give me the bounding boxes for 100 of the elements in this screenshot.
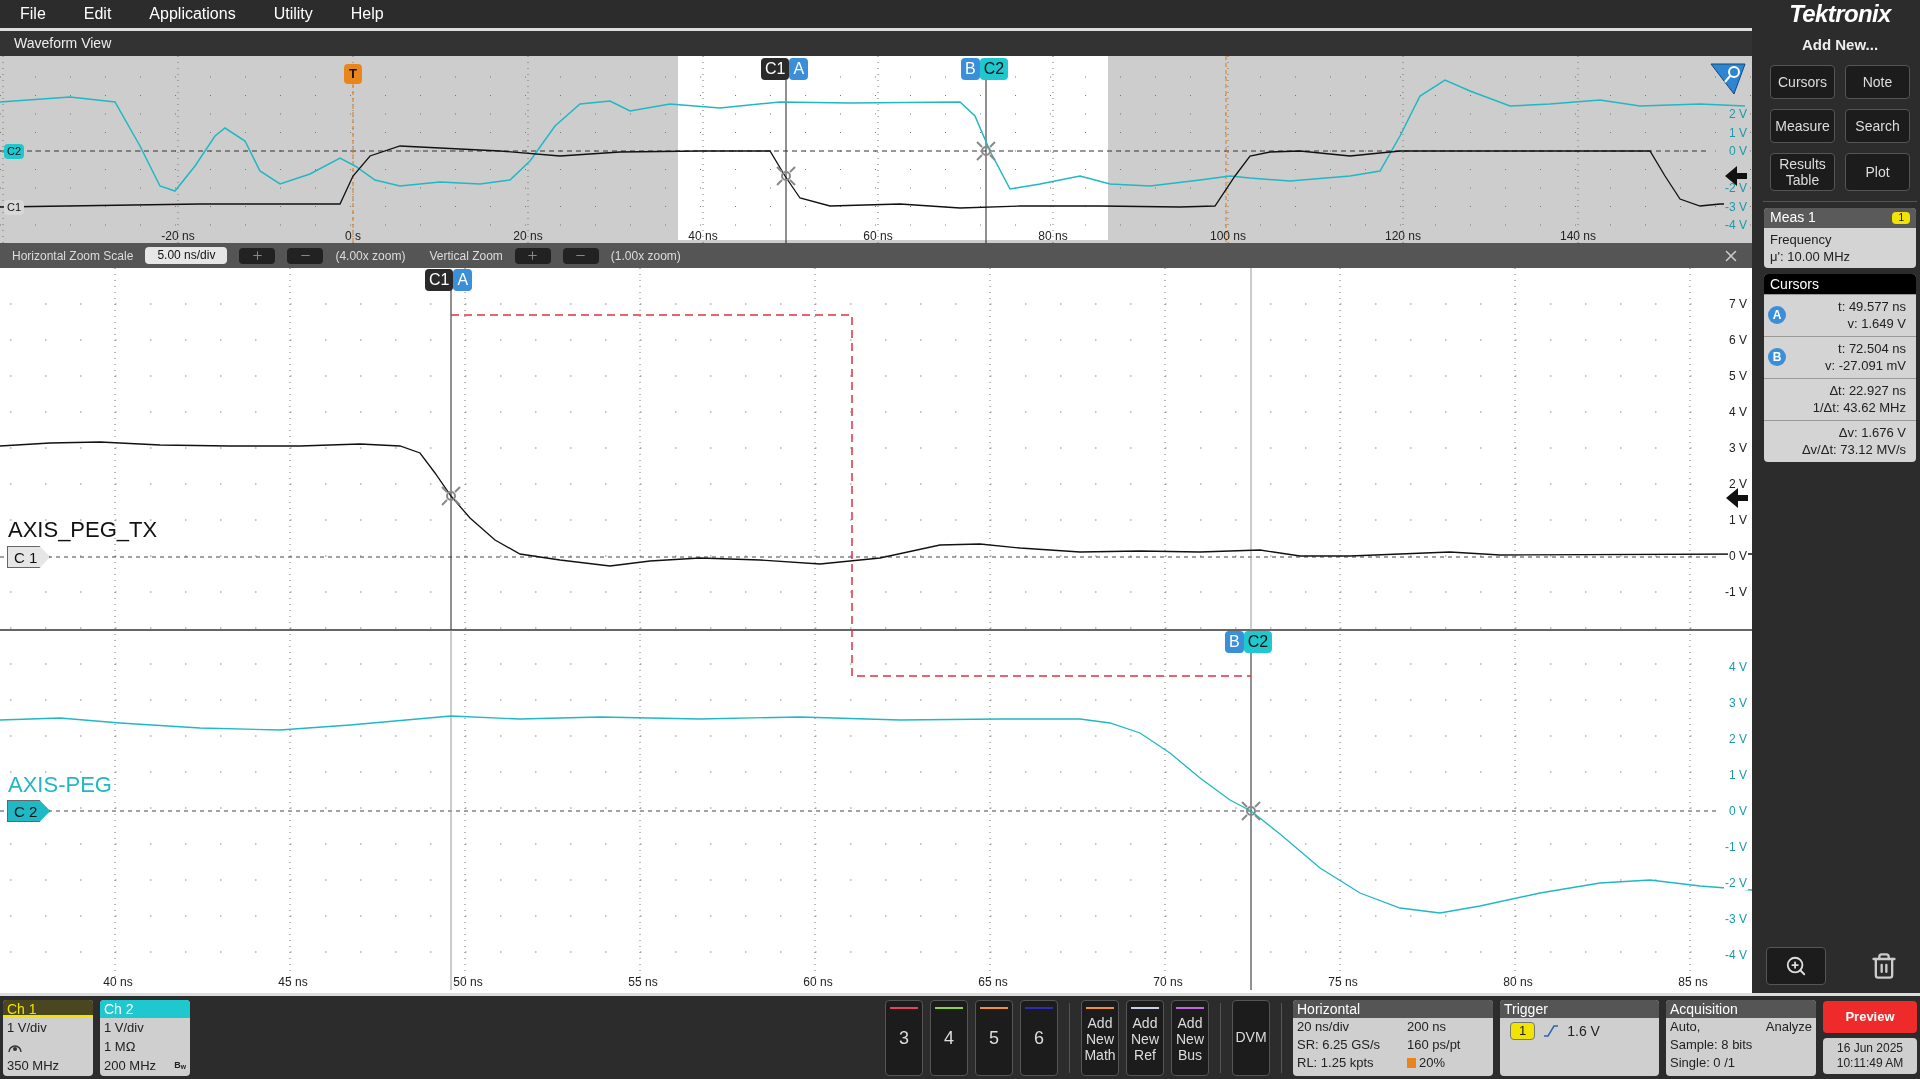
channel-tag[interactable]: C 2 [7,800,51,822]
trigger-panel[interactable]: Trigger 1 1.6 V [1500,999,1659,1076]
channel-setting: 350 MHz [7,1057,60,1074]
trash-icon [1870,952,1898,980]
channel-tag[interactable]: C1 [4,200,25,215]
menu-item[interactable]: Applications [149,2,236,26]
add-new-button[interactable]: Cursors [1770,64,1835,99]
channel-setting: 1 V/div [104,1019,144,1036]
time-tick-label: 45 ns [277,974,309,991]
acquisition-panel[interactable]: Acquisition Auto, Analyze Sample: 8 bits Single: 0 /1 [1666,999,1816,1076]
horizontal-panel[interactable]: Horizontal 20 ns/div 200 ns SR: 6.25 GS/s 160 ps/pt RL: 1.25 kpts 20% [1293,999,1493,1076]
channel-button[interactable]: 6 [1020,999,1058,1076]
channel-setting: 1 MΩ [104,1038,136,1055]
measurement-value: μ': 10.00 MHz [1770,247,1852,265]
horizontal-setting: 200 ns [1407,1017,1448,1036]
cursor-tag[interactable]: C2 [1243,631,1273,653]
horizontal-setting: 20% [1407,1053,1489,1072]
menu-item[interactable]: File [20,2,46,26]
acquisition-sample: Sample: 8 bits [1670,1035,1754,1054]
dvm-button[interactable]: DVM [1232,999,1270,1076]
zoomed-plot[interactable]: C1 A B C2 AXIS_PEG_TX C 1 AXIS-PEG C 2 40 ns 45 ns 50 ns 55 ns 60 ns 65 ns 70 ns 75 ns 80 ns 85 ns 7 V 6 V 5 V 4 V 3 V 2 V 1 V 0 V -1 V 4 V 3 V 2 V 1 V 0 V -1 V -2 V -3 V -4 V [0,268,1752,993]
cursor-readout: v: -27.091 mV [1825,357,1906,374]
channel-badge[interactable]: Ch 2 1 V/div 1 MΩ 200 MHz B$_{w}$ [100,999,190,1076]
menu-item[interactable]: Utility [273,2,313,26]
add-new-button[interactable]: Add New Math [1081,999,1119,1076]
voltage-tick-label: 2 V [1728,732,1748,746]
zoom-window[interactable] [678,56,1108,240]
time-tick-label: 55 ns [627,974,659,991]
horizontal-zoom-label: Horizontal Zoom Scale [12,247,134,265]
time-tick-label: 120 ns [1384,228,1422,243]
zoom-button[interactable] [1766,947,1826,985]
acquisition-mode: Auto, [1670,1017,1701,1036]
add-new-button[interactable]: Search [1845,108,1910,143]
channel-badge[interactable]: Ch 1 1 V/div 350 MHz [3,999,93,1076]
horizontal-title: Horizontal [1293,999,1493,1018]
vertical-zoom-label: Vertical Zoom [429,247,503,265]
add-new-button[interactable]: Add New Bus [1171,999,1209,1076]
time-tick-label: 140 ns [1559,228,1597,243]
measurement-title: Meas 1 [1770,208,1816,227]
voltage-tick-label: -4 V [1724,948,1748,962]
channel-label: Ch 1 [3,999,93,1018]
measurement-card[interactable]: Meas 1 1 Frequency μ': 10.00 MHz [1764,207,1916,268]
horizontal-zoom-factor: (4.00x zoom) [335,247,406,265]
trigger-marker[interactable]: T [344,64,362,84]
voltage-tick-label: -4 V [1724,218,1748,232]
time-tick-label: 40 ns [687,228,719,243]
channel-button[interactable]: 4 [930,999,968,1076]
channel-setting: 200 MHz [104,1057,157,1074]
measurement-name: Frequency [1770,230,1833,248]
channel-tag[interactable]: C 1 [7,546,51,568]
trigger-title: Trigger [1500,999,1659,1018]
time-tick-label: 60 ns [802,974,834,991]
menu-item[interactable]: Help [350,2,384,26]
voltage-tick-label: 3 V [1728,441,1748,455]
add-new-button[interactable]: Add New Ref [1126,999,1164,1076]
channel-tag[interactable]: C2 [4,144,25,159]
cursor-badge: B [1768,348,1786,366]
cursor-marker-icon [441,486,461,506]
cursor-tag[interactable]: C1 [761,58,790,80]
channel-button[interactable]: 5 [975,999,1013,1076]
add-new-button[interactable]: Note [1845,64,1910,99]
add-new-button[interactable]: Results Table [1770,152,1835,191]
horizontal-setting: SR: 6.25 GS/s [1297,1035,1382,1054]
channel-setting: 1 V/div [7,1019,47,1036]
cursor-readout: Δv/Δt: 73.12 MV/s [1801,441,1906,458]
plus-icon [250,249,264,262]
zoom-in-button[interactable] [239,247,276,264]
cursor-badge: A [1768,306,1786,324]
zoom-icon [1785,955,1807,977]
brand-logo: Tektronix [1788,0,1893,28]
add-new-button[interactable]: Plot [1845,152,1910,191]
channel-button[interactable]: 3 [885,999,923,1076]
trigger-source-badge: 1 [1510,1022,1536,1040]
cursor-tag[interactable]: C2 [979,58,1009,80]
voltage-tick-label: 6 V [1728,333,1748,347]
zoom-in-button[interactable] [514,247,551,264]
cursor-tag[interactable]: C1 [425,269,454,291]
overview-plot[interactable]: T C2 C1 C1 A B C2 -20 ns 0 s 20 ns 40 ns 60 ns 80 ns 100 ns 120 ns 140 ns 2 V 1 V 0 V -2 V -3 V -4 V [0,56,1752,243]
voltage-tick-label: 2 V [1728,107,1748,121]
cursor-readout: 1/Δt: 43.62 MHz [1812,399,1906,416]
cursor-marker-icon [1241,801,1261,821]
voltage-tick-label: 1 V [1728,125,1748,140]
time-text: 10:11:49 AM [1836,1056,1904,1071]
time-tick-label: 0 s [344,228,362,243]
preview-button[interactable]: Preview [1823,1001,1917,1033]
menu-item[interactable]: Edit [83,2,112,26]
horizontal-zoom-field[interactable]: 5.00 ns/div [145,247,228,264]
voltage-tick-label: 4 V [1728,405,1748,419]
add-new-button[interactable]: Measure [1770,108,1835,143]
voltage-tick-label: -2 V [1724,876,1748,890]
trace-label: AXIS-PEG [8,772,112,798]
time-tick-label: 75 ns [1327,974,1359,991]
voltage-tick-label: 1 V [1728,513,1748,527]
time-tick-label: 20 ns [512,228,544,243]
cursors-card[interactable]: Cursors A t: 49.577 ns v: 1.649 V B t: 72.504 ns v: -27.091 mV Δt: 22.927 ns 1/Δt: 43.62 MHz Δv: 1.676 V Δv/Δt: 73.12 MV/s [1764,273,1916,462]
cursor-readout: t: 49.577 ns [1838,298,1906,315]
arrow-left-icon[interactable] [1726,488,1748,508]
window-title: Waveform View [13,34,113,53]
voltage-tick-label: 4 V [1728,660,1748,674]
zoom-icon[interactable] [1710,62,1746,96]
